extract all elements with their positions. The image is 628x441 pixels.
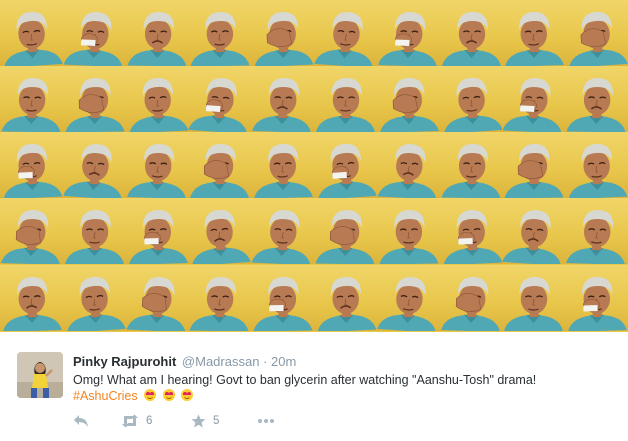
collage-frame [188,66,252,132]
collage-frame [502,0,566,66]
collage-frame [565,265,628,331]
collage-frame [502,265,566,331]
collage-row [0,198,628,264]
collage-frame [188,0,252,66]
collage-frame [440,265,504,331]
more-button[interactable] [257,412,275,430]
reply-icon [73,414,89,428]
tweet-text: Omg! What am I hearing! Govt to ban glyc… [73,373,537,387]
collage-frame [440,132,504,198]
collage-frame [0,198,64,264]
collage-frame [188,265,252,331]
collage-frame [251,66,315,132]
meta-separator: · [263,354,268,369]
collage-frame [440,198,504,264]
collage-frame [314,198,378,264]
collage-frame [126,0,190,66]
collage-row [0,0,628,66]
collage-frame [251,0,315,66]
collage-frame [314,0,378,66]
reply-button[interactable] [73,412,89,430]
collage-frame [63,265,127,331]
collage-frame [0,66,64,132]
collage-frame [565,132,628,198]
heart-eyes-emoji [144,389,157,401]
collage-frame [0,132,64,198]
collage-frame [565,0,628,66]
collage-frame [440,66,504,132]
more-icon [257,418,275,424]
avatar[interactable] [17,352,63,398]
collage-frame [126,66,190,132]
collage-row [0,265,628,331]
collage-frame [63,66,127,132]
retweet-icon [121,414,139,428]
collage-frame [188,198,252,264]
collage-frame [251,132,315,198]
photo-collage[interactable] [0,0,628,332]
tweet-page: Pinky Rajpurohit @Madrassan · 20m Omg! W… [0,0,628,441]
collage-frame [377,132,441,198]
collage-frame [377,66,441,132]
collage-frame [377,198,441,264]
collage-frame [377,0,441,66]
timestamp[interactable]: 20m [271,354,296,369]
collage-frame [63,0,127,66]
collage-frame [502,198,566,264]
collage-frame [440,0,504,66]
collage-frame [126,198,190,264]
collage-frame [314,132,378,198]
heart-eyes-emoji [162,389,175,401]
collage-row [0,132,628,198]
collage-frame [63,132,127,198]
favorite-count: 5 [213,415,220,427]
collage-frame [565,66,628,132]
collage-frame [251,198,315,264]
collage-frame [63,198,127,264]
collage-frame [126,132,190,198]
favorite-button[interactable]: 5 [191,412,219,430]
retweet-count: 6 [146,415,153,427]
collage-frame [314,66,378,132]
display-name[interactable]: Pinky Rajpurohit [73,354,176,369]
collage-frame [502,132,566,198]
collage-frame [188,132,252,198]
star-icon [191,414,206,428]
collage-frame [377,265,441,331]
heart-eyes-emoji [181,389,194,401]
username[interactable]: @Madrassan [182,354,260,369]
collage-frame [0,0,64,66]
collage-frame [314,265,378,331]
collage-frame [126,265,190,331]
hashtag-link[interactable]: #AshuCries [73,389,138,403]
tweet-actions: 6 5 [73,412,303,430]
collage-frame [251,265,315,331]
tweet-card: Pinky Rajpurohit @Madrassan · 20m Omg! W… [0,332,628,441]
collage-row [0,66,628,132]
collage-frame [502,66,566,132]
retweet-button[interactable]: 6 [121,412,152,430]
tweet-text-line2: #AshuCries [73,388,194,404]
collage-frame [565,198,628,264]
tweet-header: Pinky Rajpurohit @Madrassan · 20m [73,354,296,369]
collage-frame [0,265,64,331]
